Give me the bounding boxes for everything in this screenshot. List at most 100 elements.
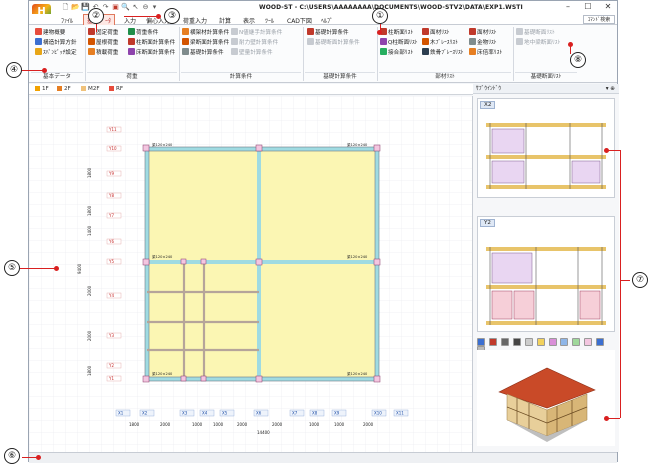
column-axis-label[interactable]: X1 bbox=[118, 411, 124, 416]
pin-icon[interactable]: ▾ ⊕ bbox=[606, 84, 615, 94]
building-overview-button[interactable]: 建物概要 bbox=[35, 28, 65, 37]
close-button[interactable]: ✕ bbox=[601, 2, 615, 11]
connection-list-button[interactable]: 接合部ﾘｽﾄ bbox=[380, 48, 413, 57]
panel-icon bbox=[422, 28, 429, 35]
row-axis-label[interactable]: Y8 bbox=[108, 193, 114, 198]
minimize-button[interactable]: – bbox=[561, 2, 575, 11]
plan-canvas[interactable]: 梁120×240 梁120×240 梁120×240 梁120×240 梁120… bbox=[29, 96, 473, 452]
column-axis-label[interactable]: X4 bbox=[202, 411, 208, 416]
filter-e-icon[interactable] bbox=[572, 338, 581, 346]
list-icon[interactable] bbox=[524, 338, 533, 346]
panel-list-button-2[interactable]: 面材ﾘｽﾄ bbox=[469, 28, 497, 37]
foundation-section-list-button[interactable]: 基礎断面ﾘｽﾄ bbox=[516, 28, 555, 37]
menu-tools[interactable]: ﾂｰﾙ bbox=[265, 16, 274, 25]
structural-policy-button[interactable]: 構造計算方針 bbox=[35, 38, 77, 47]
tab-floor-rf[interactable]: RF bbox=[109, 86, 123, 92]
horizontal-member-calc-button[interactable]: 横架材計算条件 bbox=[182, 28, 229, 37]
menu-input[interactable]: 入力 bbox=[124, 16, 136, 25]
tab-floor-m2f[interactable]: M2F bbox=[81, 86, 100, 92]
house-3d-view[interactable] bbox=[477, 350, 615, 446]
row-axis-label[interactable]: Y4 bbox=[108, 293, 114, 298]
row-axis-label[interactable]: Y1 bbox=[108, 376, 114, 381]
tab-floor-2f[interactable]: 2F bbox=[57, 86, 71, 92]
span-pitch-button[interactable]: ｽﾊﾟﾝﾋﾟｯﾁ設定 bbox=[35, 48, 77, 57]
tools-icon[interactable] bbox=[512, 338, 521, 346]
row-axis-label[interactable]: Y9 bbox=[108, 171, 114, 176]
steel-brace-icon bbox=[422, 48, 429, 55]
new-file-icon[interactable]: 🗋 bbox=[61, 3, 70, 12]
row-axis-label[interactable]: Y2 bbox=[108, 363, 114, 368]
column-list-button[interactable]: 柱断面ﾘｽﾄ bbox=[380, 28, 413, 37]
quick-access-dropdown-icon[interactable]: ▾ bbox=[150, 3, 159, 12]
view-front-icon[interactable] bbox=[477, 338, 485, 346]
load-condition-button[interactable]: 荷重条件 bbox=[128, 28, 158, 37]
column-axis-label[interactable]: X5 bbox=[222, 411, 228, 416]
view-side-icon[interactable] bbox=[488, 338, 497, 346]
menu-help[interactable]: ﾍﾙﾌﾟ bbox=[321, 16, 333, 25]
column-axis-label[interactable]: X10 bbox=[374, 411, 382, 416]
column-axis-label[interactable]: X7 bbox=[292, 411, 298, 416]
help-icon[interactable] bbox=[596, 338, 605, 346]
column-axis-label[interactable]: X3 bbox=[182, 411, 188, 416]
row-axis-label[interactable]: Y10 bbox=[108, 146, 117, 151]
panel-list-button[interactable]: 面材ﾘｽﾄ bbox=[422, 28, 450, 37]
menu-view[interactable]: 表示 bbox=[243, 16, 255, 25]
filter-c-icon[interactable] bbox=[548, 338, 557, 346]
row-axis-label[interactable]: Y11 bbox=[108, 127, 117, 132]
elevation-x2-label: X2 bbox=[480, 101, 496, 109]
column-axis-label[interactable]: X11 bbox=[396, 411, 404, 416]
row-axis-label[interactable]: Y7 bbox=[108, 213, 114, 218]
column-section-calc-button[interactable]: 柱断面計算条件 bbox=[128, 38, 175, 47]
print-icon[interactable]: ▣ bbox=[111, 3, 120, 12]
filter-d-icon[interactable] bbox=[560, 338, 569, 346]
row-axis-label[interactable]: Y6 bbox=[108, 239, 114, 244]
q-column-list-button[interactable]: Q柱断面ﾘｽﾄ bbox=[380, 38, 418, 47]
column-axis-label[interactable]: X8 bbox=[312, 411, 318, 416]
foundation-section-calc-button[interactable]: 基礎断面計算条件 bbox=[307, 38, 360, 47]
row-axis-label[interactable]: Y3 bbox=[108, 333, 114, 338]
roof-load-button[interactable]: 屋根荷重 bbox=[88, 38, 118, 47]
cursor-icon[interactable]: ↖ bbox=[131, 3, 140, 12]
menu-calculation[interactable]: 計算 bbox=[219, 16, 231, 25]
column-axis-label[interactable]: X6 bbox=[256, 411, 262, 416]
floor-ratio-list-button[interactable]: 床倍率ﾘｽﾄ bbox=[469, 48, 502, 57]
command-search-box[interactable]: ｺﾏﾝﾄﾞ検索 bbox=[583, 15, 615, 24]
open-folder-icon[interactable]: 📂 bbox=[71, 3, 80, 12]
zoom-out-icon[interactable]: ⊖ bbox=[141, 3, 150, 12]
svg-text:1000: 1000 bbox=[213, 422, 224, 427]
menu-cad-underlay[interactable]: CAD下図 bbox=[287, 16, 312, 25]
column-axis-label[interactable]: X9 bbox=[334, 411, 340, 416]
bearing-wall-calc-button[interactable]: 耐力壁計算条件 bbox=[231, 38, 278, 47]
hardware-icon bbox=[469, 38, 476, 45]
zoom-icon[interactable]: 🔍 bbox=[121, 3, 130, 12]
dead-load-button[interactable]: 固定荷重 bbox=[88, 28, 118, 37]
foundation-calc-button[interactable]: 基礎計算条件 bbox=[307, 28, 349, 37]
ground-beam-list-button[interactable]: 地中梁断面ﾘｽﾄ bbox=[516, 38, 560, 47]
beam-tag: 梁120×240 bbox=[347, 254, 368, 259]
row-axis-label[interactable]: Y5 bbox=[108, 259, 114, 264]
floor-plan-drawing[interactable]: 梁120×240 梁120×240 梁120×240 梁120×240 梁120… bbox=[29, 96, 473, 452]
tab-floor-1f[interactable]: 1F bbox=[35, 86, 49, 92]
n-value-joint-calc-button[interactable]: N値継手計算条件 bbox=[231, 28, 282, 37]
filter-b-icon[interactable] bbox=[536, 338, 545, 346]
forward-icon[interactable] bbox=[500, 338, 509, 346]
elevation-panel-x2[interactable]: X2 bbox=[477, 98, 615, 198]
beam-section-calc-button[interactable]: 梁断面計算条件 bbox=[182, 38, 229, 47]
floor-section-calc-button[interactable]: 床断面計算条件 bbox=[128, 48, 175, 57]
filter-f-icon[interactable] bbox=[584, 338, 593, 346]
callout-3: ③ bbox=[164, 8, 180, 24]
menu-load-input[interactable]: 荷重入力 bbox=[183, 16, 207, 25]
wall-quantity-calc-button[interactable]: 壁量計算条件 bbox=[231, 48, 273, 57]
maximize-button[interactable]: ☐ bbox=[581, 2, 595, 11]
steel-brace-list-button[interactable]: 鉄骨ﾌﾞﾚｰｽﾘｽﾄ bbox=[422, 48, 464, 57]
foundation-calc-button-a[interactable]: 基礎計算条件 bbox=[182, 48, 224, 57]
hardware-list-button[interactable]: 金物ﾘｽﾄ bbox=[469, 38, 497, 47]
wood-brace-list-button[interactable]: 木ﾌﾞﾚｰｽﾘｽﾄ bbox=[422, 38, 458, 47]
menu-file[interactable]: ﾌｧｲﾙ bbox=[61, 16, 73, 25]
callout-5: ⑤ bbox=[4, 260, 20, 276]
callout-marker bbox=[604, 416, 609, 421]
column-axis-label[interactable]: X2 bbox=[142, 411, 148, 416]
group-separator bbox=[513, 27, 514, 81]
elevation-panel-y2[interactable]: Y2 bbox=[477, 216, 615, 332]
live-load-button[interactable]: 積載荷重 bbox=[88, 48, 118, 57]
